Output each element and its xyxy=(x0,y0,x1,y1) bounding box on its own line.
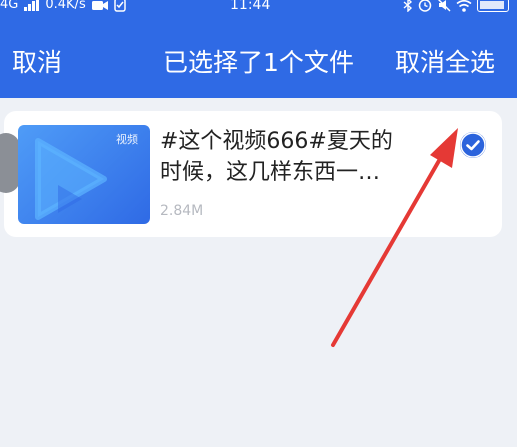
annotation-arrow xyxy=(331,128,458,347)
